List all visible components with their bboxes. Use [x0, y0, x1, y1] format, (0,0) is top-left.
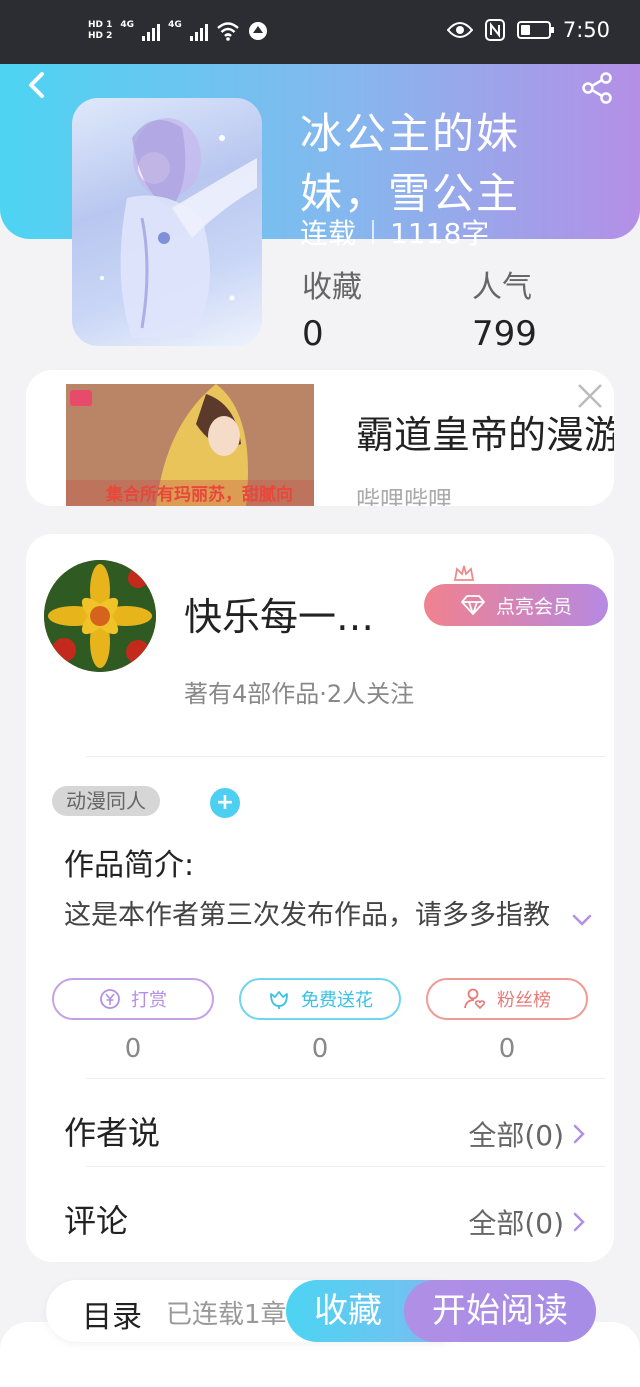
status-left: HD 1 HD 2 4G 4G [88, 20, 268, 42]
author-says-label: 作者说 [64, 1114, 161, 1152]
ad-title: 霸道皇帝的漫游 [356, 413, 614, 457]
ad-image[interactable]: 集合所有玛丽苏，甜腻向 [66, 384, 314, 506]
share-icon[interactable] [580, 72, 614, 104]
author-meta: 著有4部作品·2人关注 [184, 680, 415, 708]
toc-label: 目录 [82, 1300, 142, 1335]
book-meta: 连载 1118字 [300, 212, 489, 252]
tip-count: 0 [124, 1034, 142, 1064]
divider [86, 1166, 606, 1167]
avatar-flower [44, 560, 156, 672]
back-icon[interactable] [22, 70, 52, 100]
signal-icon-1 [142, 21, 161, 41]
intro-text: 这是本作者第三次发布作品，请多多指教 [64, 900, 550, 931]
vip-button-label: 点亮会员 [495, 595, 572, 618]
sim2-label: HD 2 [88, 31, 113, 41]
book-cover[interactable] [72, 98, 262, 346]
flower-count: 0 [311, 1034, 329, 1064]
intro-label: 作品简介: [64, 848, 195, 883]
fan-count: 0 [498, 1034, 516, 1064]
ad-banner-text: 集合所有玛丽苏，甜腻向 [106, 485, 293, 505]
ad-source: 哔哩哔哩 [356, 486, 452, 506]
comments-link[interactable]: 全部(0) [468, 1202, 586, 1242]
wifi-icon [216, 22, 239, 41]
divider [86, 1078, 606, 1079]
divider [86, 756, 606, 757]
fav-stat-value: 0 [302, 314, 324, 354]
network-label-2: 4G [168, 20, 182, 30]
yuan-icon [100, 989, 120, 1009]
sim1-label: HD 1 [88, 20, 113, 30]
send-flower-button[interactable]: 免费送花 [239, 978, 401, 1020]
vip-button[interactable]: 点亮会员 [424, 584, 608, 626]
author-says-all: 全部(0) [468, 1119, 564, 1152]
chevron-down-icon[interactable] [570, 908, 594, 932]
flower-icon [270, 991, 288, 1009]
author-card: 快乐每一… 点亮会员 著有4部作品·2人关注 动漫同人 + 作品简介: 这是本作… [26, 534, 614, 1262]
send-flower-label: 免费送花 [301, 990, 373, 1011]
cover-illustration [100, 118, 257, 338]
clock: 7:50 [562, 18, 610, 42]
book-word-count: 1118字 [390, 217, 490, 250]
diamond-icon [461, 595, 485, 615]
fan-ranking-button[interactable]: 粉丝榜 [426, 978, 588, 1020]
start-reading-button[interactable]: 开始阅读 [404, 1280, 596, 1342]
comments-label: 评论 [64, 1202, 129, 1240]
author-says-link[interactable]: 全部(0) [468, 1114, 586, 1154]
tip-button-label: 打赏 [131, 990, 167, 1011]
book-status: 连载 [300, 217, 357, 250]
signal-icon-2 [189, 21, 208, 41]
comments-all: 全部(0) [468, 1207, 564, 1240]
vpn-icon [248, 22, 267, 40]
action-bar: 收藏 开始阅读 [286, 1280, 596, 1342]
eye-icon [446, 22, 473, 38]
fav-stat-label: 收藏 [302, 270, 362, 305]
user-heart-icon [464, 988, 486, 1010]
ad-banner[interactable]: 集合所有玛丽苏，甜腻向 霸道皇帝的漫游 哔哩哔哩 [26, 370, 614, 506]
book-title: 冰公主的妹妹，雪公主 [300, 109, 521, 218]
meta-divider [372, 220, 375, 244]
author-name[interactable]: 快乐每一… [184, 586, 374, 641]
battery-icon [516, 21, 554, 39]
fan-ranking-label: 粉丝榜 [497, 990, 551, 1011]
crown-icon [453, 565, 475, 581]
status-bar: HD 1 HD 2 4G 4G 7:50 [0, 0, 640, 64]
nfc-icon [484, 19, 505, 41]
toc-status: 已连载1章 [166, 1300, 287, 1330]
author-avatar[interactable] [44, 560, 156, 672]
genre-tag[interactable]: 动漫同人 [52, 786, 160, 816]
popularity-stat-value: 799 [472, 314, 537, 354]
sim-indicator: HD 1 HD 2 [88, 20, 112, 42]
network-label-1: 4G [120, 20, 135, 30]
chevron-right-icon [573, 1212, 585, 1232]
chevron-right-icon [573, 1124, 585, 1144]
tip-button[interactable]: 打赏 [52, 978, 214, 1020]
popularity-stat-label: 人气 [472, 270, 532, 305]
status-right: 7:50 [446, 18, 610, 42]
add-tag-button[interactable]: + [210, 788, 240, 818]
close-icon[interactable] [576, 382, 604, 410]
favorite-button[interactable]: 收藏 [286, 1280, 410, 1342]
